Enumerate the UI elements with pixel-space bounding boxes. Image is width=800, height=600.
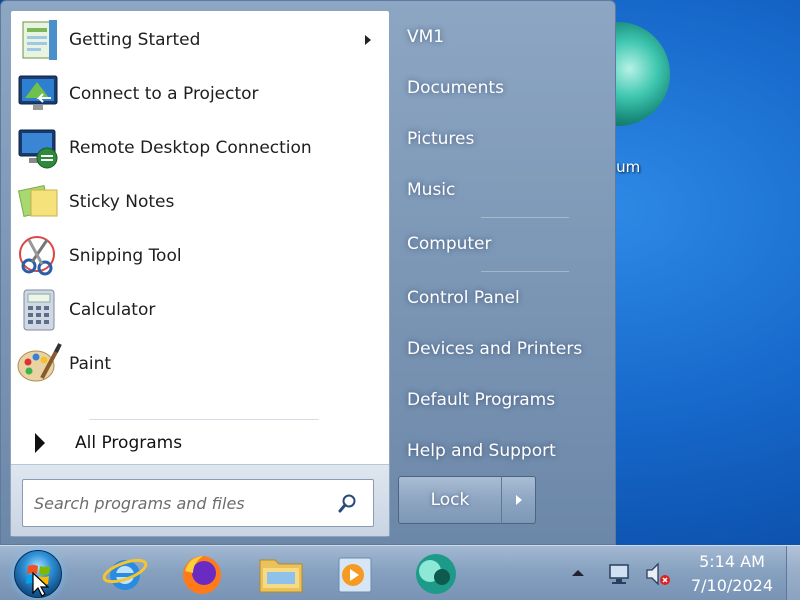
program-label: Sticky Notes: [69, 192, 175, 212]
media-player-icon[interactable]: [330, 549, 380, 599]
program-label: Calculator: [69, 300, 156, 320]
chevron-right-icon: [515, 495, 522, 505]
getting-started-icon: [13, 14, 65, 66]
internet-explorer-icon[interactable]: [100, 549, 150, 599]
right-item-pictures[interactable]: Pictures: [398, 119, 598, 159]
start-menu-programs-pane: Getting Started Connect to a Projector R…: [10, 10, 390, 537]
divider: [89, 419, 319, 420]
teal-app-icon[interactable]: [411, 549, 461, 599]
program-label: Connect to a Projector: [69, 84, 259, 104]
search-area: [11, 464, 389, 536]
windows-logo-icon: [26, 565, 50, 597]
clock[interactable]: 5:14 AM 7/10/2024: [686, 550, 778, 598]
right-item-documents[interactable]: Documents: [398, 68, 598, 108]
divider: [481, 271, 569, 272]
clock-date: 7/10/2024: [690, 576, 774, 595]
desktop-app-icon[interactable]: [612, 14, 672, 130]
calculator-icon: [13, 284, 65, 336]
show-hidden-icons-button[interactable]: [572, 570, 584, 576]
program-snipping-tool[interactable]: Snipping Tool: [13, 230, 387, 282]
right-item-vm1[interactable]: VM1: [398, 17, 598, 57]
program-sticky-notes[interactable]: Sticky Notes: [13, 176, 387, 228]
start-button[interactable]: [14, 550, 62, 598]
divider: [481, 217, 569, 218]
right-item-devices-printers[interactable]: Devices and Printers: [398, 329, 598, 369]
file-explorer-icon[interactable]: [256, 549, 306, 599]
show-desktop-button[interactable]: [786, 546, 800, 600]
right-item-default-programs[interactable]: Default Programs: [398, 380, 598, 420]
program-connect-projector[interactable]: Connect to a Projector: [13, 68, 387, 120]
chevron-right-icon: [365, 35, 371, 45]
scissors-icon: [13, 230, 65, 282]
lock-button[interactable]: Lock: [398, 476, 502, 524]
all-programs-button[interactable]: All Programs: [21, 427, 381, 459]
volume-muted-icon[interactable]: [636, 552, 680, 596]
paint-palette-icon: [13, 338, 65, 390]
right-item-music[interactable]: Music: [398, 170, 598, 210]
program-label: Remote Desktop Connection: [69, 138, 312, 158]
triangle-right-icon: [35, 433, 45, 453]
program-paint[interactable]: Paint: [13, 338, 387, 390]
desktop-icon-label: ium: [612, 158, 641, 176]
program-calculator[interactable]: Calculator: [13, 284, 387, 336]
remote-desktop-icon: [13, 122, 65, 174]
firefox-icon[interactable]: [177, 549, 227, 599]
sticky-notes-icon: [13, 176, 65, 228]
clock-time: 5:14 AM: [699, 552, 765, 571]
start-menu: Getting Started Connect to a Projector R…: [0, 0, 616, 545]
projector-icon: [13, 68, 65, 120]
all-programs-label: All Programs: [75, 433, 183, 453]
search-input[interactable]: [23, 480, 333, 526]
taskbar: 5:14 AM 7/10/2024: [0, 545, 800, 600]
program-remote-desktop[interactable]: Remote Desktop Connection: [13, 122, 387, 174]
power-options-button[interactable]: [501, 476, 536, 524]
teal-app-icon: [612, 22, 670, 126]
right-item-control-panel[interactable]: Control Panel: [398, 278, 598, 318]
program-getting-started[interactable]: Getting Started: [13, 14, 387, 66]
program-label: Paint: [69, 354, 112, 374]
program-label: Getting Started: [69, 30, 201, 50]
program-label: Snipping Tool: [69, 246, 182, 266]
search-icon[interactable]: [333, 488, 363, 518]
right-item-help-support[interactable]: Help and Support: [398, 431, 598, 471]
right-item-computer[interactable]: Computer: [398, 224, 598, 264]
search-box[interactable]: [22, 479, 374, 527]
